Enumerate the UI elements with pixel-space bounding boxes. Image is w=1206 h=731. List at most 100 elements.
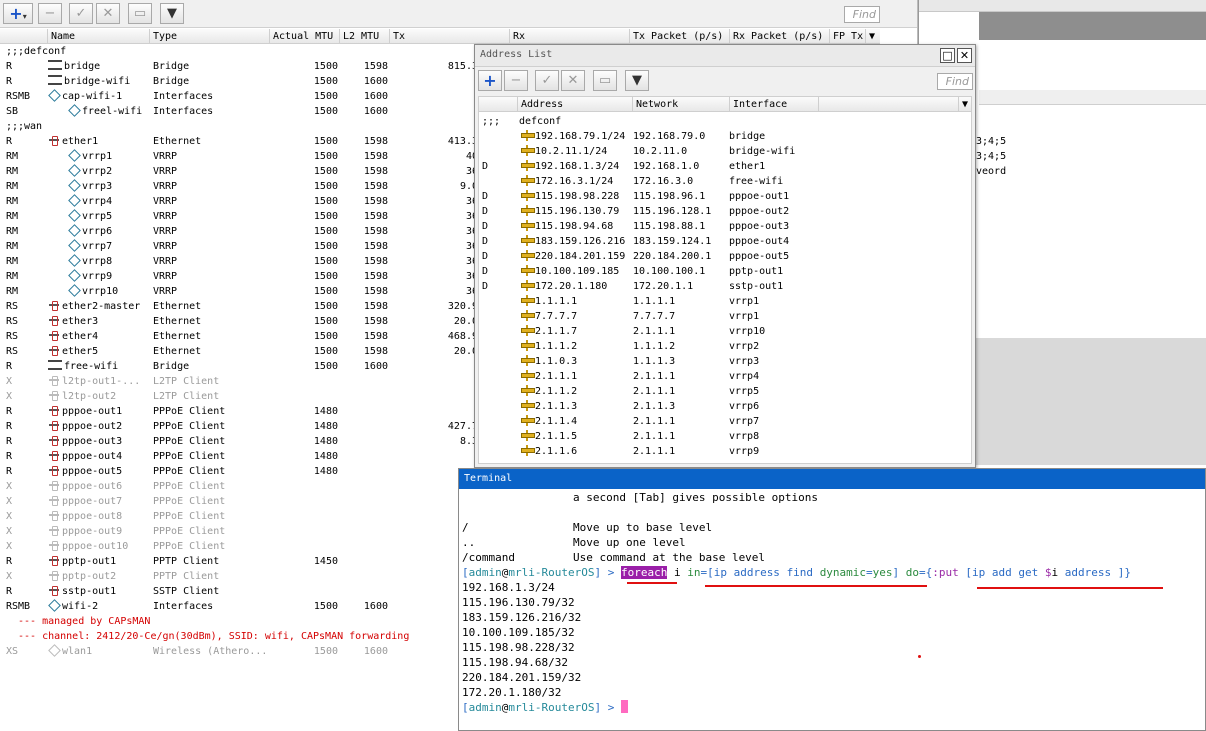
virtual-interface-icon — [68, 165, 80, 175]
disable-button[interactable]: ✕ — [561, 70, 585, 91]
table-row[interactable]: D 220.184.201.159 220.184.200.1 pppoe-out5 — [479, 249, 971, 264]
table-row[interactable]: D 10.100.109.185 10.100.100.1 pptp-out1 — [479, 264, 971, 279]
row-tx: 320.9 — [447, 301, 478, 312]
col-empty[interactable] — [819, 97, 959, 112]
row-network: 192.168.79.0 — [633, 131, 706, 142]
enable-button[interactable]: ✓ — [69, 3, 93, 24]
cmd-yes: yes — [872, 566, 893, 579]
address-list-titlebar[interactable]: Address List □ ✕ — [475, 45, 975, 67]
row-l2-mtu: 1600 — [363, 91, 388, 102]
col-type[interactable]: Type — [150, 29, 270, 44]
cmd-put: :put — [932, 566, 959, 579]
cmd-do: do — [905, 566, 920, 579]
table-row[interactable]: 2.1.1.6 2.1.1.1 vrrp9 — [479, 444, 971, 459]
col-actual-mtu[interactable]: Actual MTU — [270, 29, 340, 44]
row-name-text: cap-wifi-1 — [62, 91, 123, 102]
row-tx — [390, 104, 478, 119]
row-address: 172.20.1.180 — [521, 279, 633, 294]
close-button[interactable]: ✕ — [957, 48, 972, 63]
row-flags: RM — [6, 181, 19, 192]
table-row[interactable]: 1.1.1.2 1.1.1.2 vrrp2 — [479, 339, 971, 354]
col-rx[interactable]: Rx — [510, 29, 630, 44]
table-row[interactable]: D 115.196.130.79 115.196.128.1 pppoe-out2 — [479, 204, 971, 219]
add-button[interactable]: + — [478, 70, 502, 91]
cmd-eq2: = — [866, 566, 873, 579]
row-address-text: 192.168.79.1/24 — [535, 131, 626, 142]
row-network: 2.1.1.3 — [633, 401, 676, 412]
terminal-window[interactable]: Terminal a second [Tab] gives possible o… — [458, 468, 1206, 731]
comment-button[interactable]: ▭ — [128, 3, 152, 24]
row-actual-mtu — [270, 374, 338, 389]
row-actual-mtu: 1450 — [313, 556, 338, 567]
table-row[interactable]: D 172.20.1.180 172.20.1.1 sstp-out1 — [479, 279, 971, 294]
address-list-toolbar: + − ✓ ✕ ▭ ▼ Find — [475, 67, 975, 96]
row-l2-mtu: 1598 — [363, 286, 388, 297]
row-name-text: ether3 — [62, 316, 99, 327]
table-row[interactable]: 2.1.1.1 2.1.1.1 vrrp4 — [479, 369, 971, 384]
filter-button[interactable]: ▼ — [625, 70, 649, 91]
row-address: 2.1.1.1 — [521, 369, 633, 384]
remove-button[interactable]: − — [38, 3, 62, 24]
filter-button[interactable]: ▼ — [160, 3, 184, 24]
enable-button[interactable]: ✓ — [535, 70, 559, 91]
row-address: 192.168.79.1/24 — [521, 129, 633, 144]
row-name-text: sstp-out1 — [62, 586, 117, 597]
table-row[interactable]: 1.1.1.1 1.1.1.1 vrrp1 — [479, 294, 971, 309]
prompt-line[interactable]: [admin@mrli-RouterOS] > — [462, 700, 628, 715]
row-flags: X — [6, 571, 13, 582]
row-actual-mtu: 1500 — [313, 166, 338, 177]
row-actual-mtu: 1500 — [313, 256, 338, 267]
table-row[interactable]: 172.16.3.1/24 172.16.3.0 free-wifi — [479, 174, 971, 189]
comment-button[interactable]: ▭ — [593, 70, 617, 91]
table-row[interactable]: 2.1.1.2 2.1.1.1 vrrp5 — [479, 384, 971, 399]
table-row[interactable]: 1.1.0.3 1.1.1.3 vrrp3 — [479, 354, 971, 369]
col-flags[interactable] — [479, 97, 518, 112]
table-row[interactable]: 7.7.7.7 7.7.7.7 vrrp1 — [479, 309, 971, 324]
table-row[interactable]: D 115.198.94.68 115.198.88.1 pppoe-out3 — [479, 219, 971, 234]
row-l2-mtu: 1598 — [363, 271, 388, 282]
table-row[interactable]: 10.2.11.1/24 10.2.11.0 bridge-wifi — [479, 144, 971, 159]
find-input[interactable]: Find — [844, 6, 880, 23]
row-l2-mtu — [340, 449, 388, 464]
table-row[interactable]: ;;; defconf — [479, 114, 971, 129]
row-network: 2.1.1.1 — [633, 416, 676, 427]
interface-icon — [48, 450, 60, 461]
col-address[interactable]: Address — [518, 97, 633, 112]
add-button[interactable]: +▾ — [3, 3, 33, 24]
row-actual-mtu: 1500 — [313, 196, 338, 207]
row-name: pppoe-out4 — [48, 449, 148, 464]
table-row[interactable]: D 183.159.126.216 183.159.124.1 pppoe-out4 — [479, 234, 971, 249]
col-name[interactable]: Name — [48, 29, 150, 44]
maximize-button[interactable]: □ — [940, 48, 955, 63]
column-menu-icon[interactable]: ▼ — [959, 97, 971, 112]
terminal-titlebar[interactable]: Terminal — [459, 469, 1205, 489]
col-fp-tx[interactable]: FP Tx — [830, 29, 866, 44]
interface-icon — [48, 390, 60, 401]
column-menu-icon[interactable]: ▼ — [866, 29, 880, 44]
col-tx-packet[interactable]: Tx Packet (p/s) — [630, 29, 730, 44]
table-row[interactable]: 2.1.1.4 2.1.1.1 vrrp7 — [479, 414, 971, 429]
col-flags[interactable] — [0, 29, 48, 44]
table-row[interactable]: D 192.168.1.3/24 192.168.1.0 ether1 — [479, 159, 971, 174]
col-interface[interactable]: Interface — [730, 97, 819, 112]
table-row[interactable]: 192.168.79.1/24 192.168.79.0 bridge — [479, 129, 971, 144]
row-name-text: ether1 — [62, 136, 99, 147]
row-name-text: pppoe-out4 — [62, 451, 123, 462]
col-l2-mtu[interactable]: L2 MTU — [340, 29, 390, 44]
terminal-cursor[interactable] — [620, 700, 628, 713]
table-row[interactable]: 2.1.1.3 2.1.1.3 vrrp6 — [479, 399, 971, 414]
table-row[interactable]: 2.1.1.5 2.1.1.1 vrrp8 — [479, 429, 971, 444]
col-tx[interactable]: Tx — [390, 29, 510, 44]
row-flags: RM — [6, 196, 19, 207]
table-row[interactable]: D 115.198.98.228 115.198.96.1 pppoe-out1 — [479, 189, 971, 204]
find-input[interactable]: Find — [937, 73, 973, 90]
table-row[interactable]: 2.1.1.7 2.1.1.1 vrrp10 — [479, 324, 971, 339]
disable-button[interactable]: ✕ — [96, 3, 120, 24]
col-network[interactable]: Network — [633, 97, 730, 112]
col-rx-packet[interactable]: Rx Packet (p/s) — [730, 29, 830, 44]
address-list-title: Address List — [480, 49, 553, 60]
remove-button[interactable]: − — [504, 70, 528, 91]
row-actual-mtu: 1500 — [313, 61, 338, 72]
help-desc: Move up to base level — [573, 521, 713, 534]
row-type — [153, 119, 269, 134]
